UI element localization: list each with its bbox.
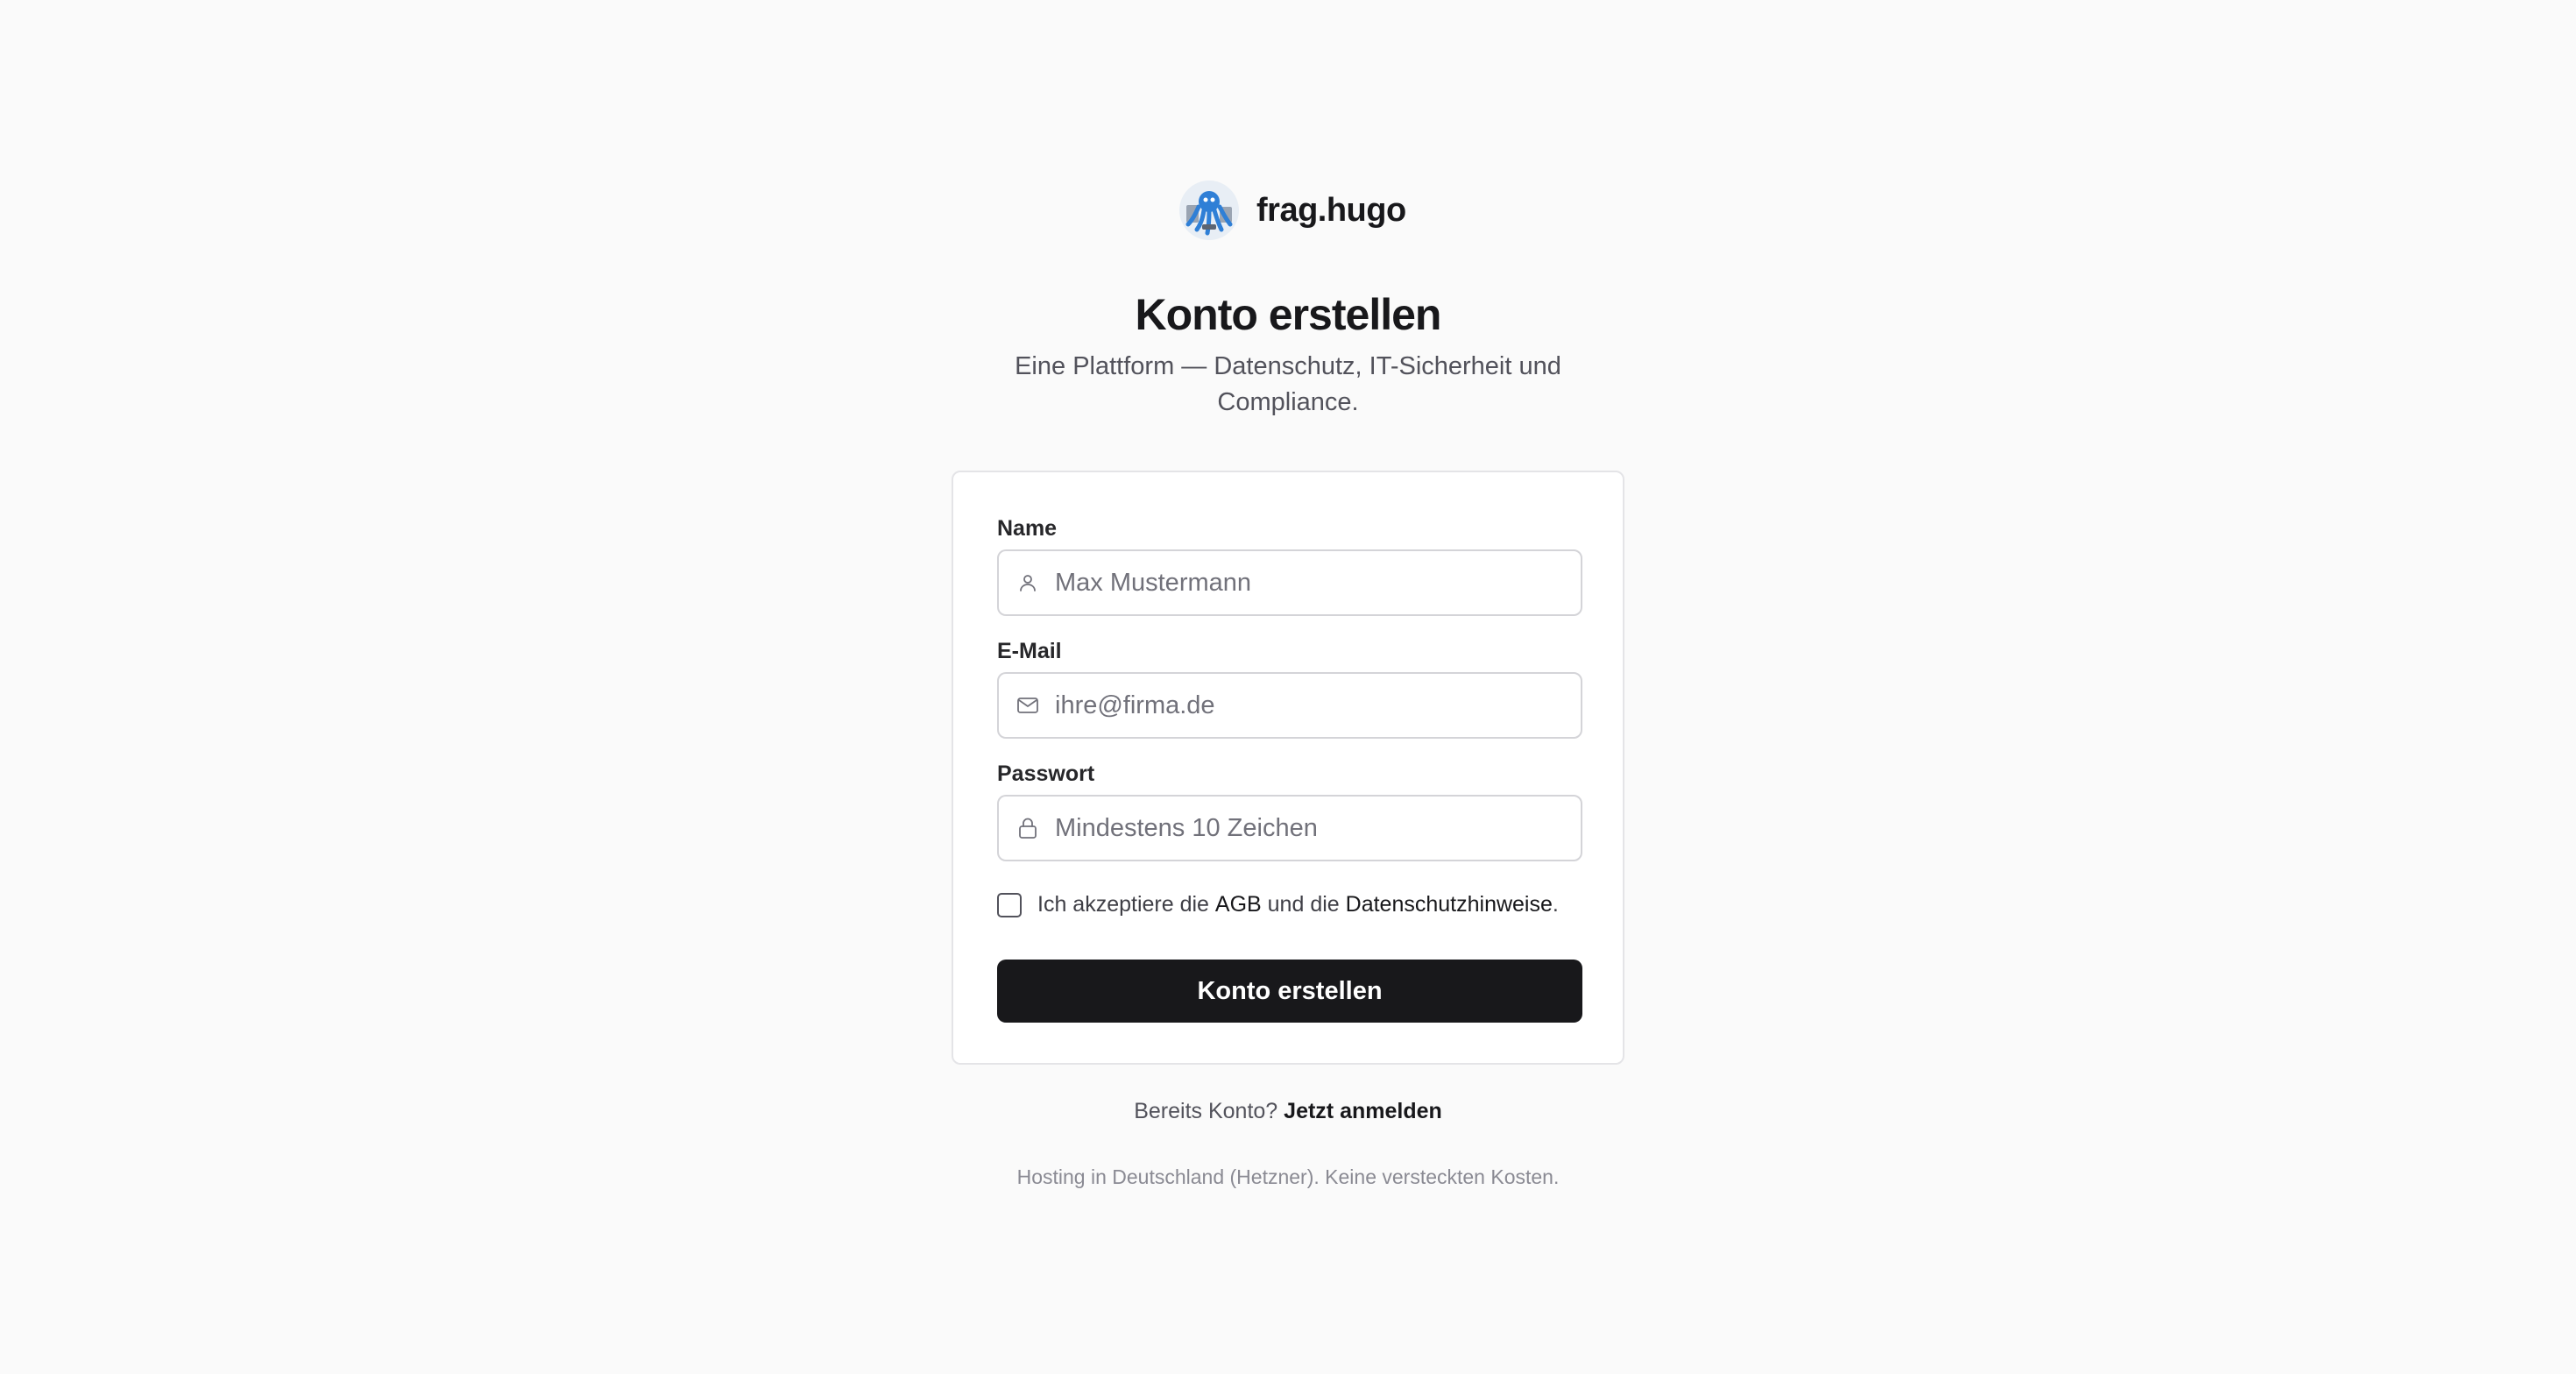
terms-text-middle: und die [1267,892,1340,917]
password-label: Passwort [997,761,1095,786]
terms-text: Ich akzeptiere die AGB und die Datenschu… [1037,892,1559,917]
footer-note: Hosting in Deutschland (Hetzner). Keine … [1016,1165,1560,1188]
signup-card: Name E-Mail Passwort [952,471,1624,1065]
email-label: E-Mail [997,639,1062,663]
password-field[interactable] [997,795,1582,861]
terms-checkbox[interactable] [997,892,1022,917]
name-label: Name [997,516,1058,541]
login-prompt: Bereits Konto? Jetzt anmelden [0,1099,2576,1124]
email-field[interactable] [997,672,1582,739]
brand-name: frag.hugo [1256,191,1406,229]
login-prompt-text: Bereits Konto? [1134,1099,1278,1123]
terms-text-before: Ich akzeptiere die [1037,892,1209,917]
email-input[interactable] [1055,691,1572,720]
signup-page: frag.hugo Konto erstellen Eine Plattform… [0,0,2576,1374]
password-input[interactable] [1055,813,1572,843]
page-subtitle: Eine Plattform — Datenschutz, IT-Sicherh… [1015,352,1561,416]
name-field[interactable] [997,549,1582,616]
page-title: Konto erstellen [1135,290,1442,339]
login-link[interactable]: Jetzt anmelden [1284,1099,1442,1123]
agb-link[interactable]: AGB [1215,892,1262,917]
brand[interactable]: frag.hugo [1179,179,1406,242]
name-input[interactable] [1055,568,1572,598]
mail-icon [1015,692,1041,719]
privacy-link[interactable]: Datenschutzhinweise [1346,892,1553,917]
user-icon [1015,570,1041,596]
octopus-mascot-icon [1179,181,1239,240]
create-account-button[interactable]: Konto erstellen [997,960,1582,1023]
lock-icon [1015,815,1041,841]
terms-text-after: . [1552,892,1559,917]
terms-row: Ich akzeptiere die AGB und die Datenschu… [997,892,1559,917]
